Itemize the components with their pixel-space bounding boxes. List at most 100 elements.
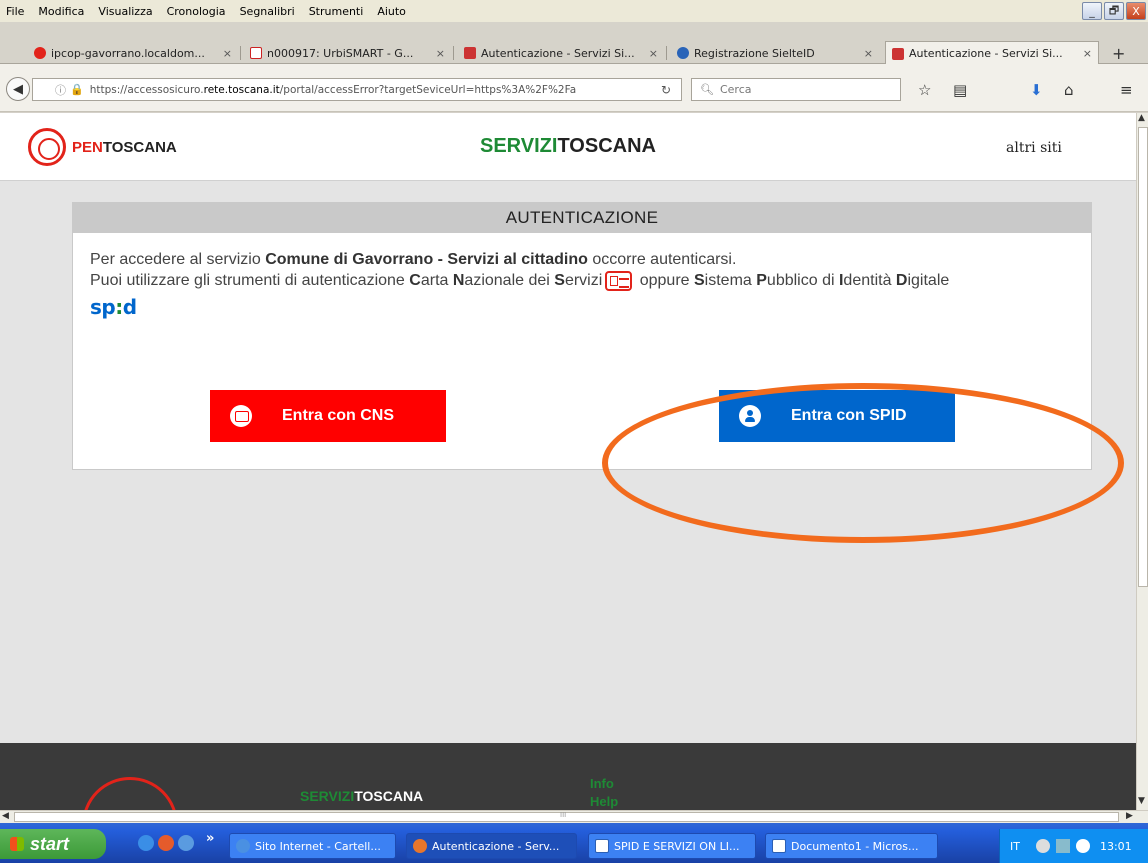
tray-expand-icon[interactable] bbox=[1035, 839, 1050, 853]
taskbar-item-spid-servizi[interactable]: SPID E SERVIZI ON LI... bbox=[588, 833, 756, 859]
menu-bar: File Modifica Visualizza Cronologia Segn… bbox=[0, 0, 1148, 22]
tab-close-icon[interactable]: × bbox=[1083, 47, 1092, 60]
menu-modifica[interactable]: Modifica bbox=[38, 5, 84, 18]
vertical-scrollbar[interactable]: ▲ ▼ bbox=[1136, 113, 1148, 810]
footer-help-link[interactable]: Help bbox=[590, 794, 618, 809]
tab-favicon-icon bbox=[250, 47, 262, 59]
network-icon[interactable] bbox=[1055, 839, 1070, 853]
scroll-down-arrow-icon[interactable]: ▼ bbox=[1138, 796, 1145, 806]
clock: 13:01 bbox=[1099, 839, 1132, 853]
menu-aiuto[interactable]: Aiuto bbox=[377, 5, 406, 18]
auth-description: Per accedere al servizio Comune di Gavor… bbox=[90, 249, 1080, 291]
taskbar-item-sito-internet[interactable]: Sito Internet - Cartell... bbox=[229, 833, 396, 859]
back-button[interactable]: ◀ bbox=[6, 77, 30, 101]
system-tray: IT 13:01 bbox=[999, 829, 1148, 863]
opentoscana-logo-text[interactable]: PENTOSCANA bbox=[72, 139, 177, 156]
restore-button[interactable]: 🗗 bbox=[1104, 2, 1124, 20]
site-header: PENTOSCANA SERVIZITOSCANA altri siti bbox=[0, 113, 1136, 181]
footer-title: SERVIZITOSCANA bbox=[300, 788, 424, 804]
tab-ipcop[interactable]: ipcop-gavorrano.localdom... × bbox=[28, 42, 238, 64]
spid-logo: sp:d bbox=[90, 295, 137, 319]
tab-close-icon[interactable]: × bbox=[436, 47, 445, 60]
altri-siti-link[interactable]: altri siti bbox=[1006, 140, 1062, 156]
site-footer: SERVIZITOSCANA Info Help bbox=[0, 743, 1136, 810]
close-button[interactable]: X bbox=[1126, 2, 1146, 20]
menu-visualizza[interactable]: Visualizza bbox=[98, 5, 152, 18]
window-controls: _ 🗗 X bbox=[1082, 2, 1146, 20]
search-input[interactable]: 🔍︎ Cerca bbox=[691, 78, 901, 101]
quicklaunch-chevron-icon[interactable]: » bbox=[206, 831, 214, 846]
tab-title: Registrazione SielteID bbox=[694, 46, 815, 60]
tab-close-icon[interactable]: × bbox=[864, 47, 873, 60]
taskbar-item-label: Sito Internet - Cartell... bbox=[255, 839, 381, 853]
firefox-icon bbox=[413, 839, 427, 853]
tab-favicon-icon bbox=[677, 47, 689, 59]
footer-logo-icon bbox=[82, 777, 178, 810]
tab-separator bbox=[453, 46, 454, 60]
taskbar-item-label: SPID E SERVIZI ON LI... bbox=[614, 839, 740, 853]
menu-hamburger-icon[interactable]: ≡ bbox=[1120, 81, 1133, 99]
auth-line-1: Per accedere al servizio Comune di Gavor… bbox=[90, 251, 737, 268]
horizontal-scroll-thumb[interactable] bbox=[14, 811, 1119, 822]
reading-list-icon[interactable]: ▤ bbox=[953, 81, 967, 99]
tab-close-icon[interactable]: × bbox=[649, 47, 658, 60]
tab-favicon-icon bbox=[892, 47, 904, 60]
menu-segnalibri[interactable]: Segnalibri bbox=[240, 5, 295, 18]
tab-autenticazione-active[interactable]: Autenticazione - Servizi Si... × bbox=[885, 41, 1099, 65]
scroll-left-arrow-icon[interactable]: ◀ bbox=[2, 811, 9, 821]
opentoscana-logo-icon[interactable] bbox=[28, 128, 66, 166]
auth-heading: AUTENTICAZIONE bbox=[73, 203, 1091, 233]
entra-con-cns-button[interactable]: Entra con CNS bbox=[210, 390, 446, 442]
tab-favicon-icon bbox=[464, 47, 476, 59]
lock-icon[interactable]: 🔒 bbox=[70, 83, 84, 96]
search-icon: 🔍︎ bbox=[700, 83, 714, 96]
footer-info-link[interactable]: Info bbox=[590, 776, 614, 791]
horizontal-scrollbar[interactable]: ◀ ▶ bbox=[0, 810, 1148, 823]
new-tab-button[interactable]: + bbox=[1112, 44, 1125, 63]
vertical-scroll-thumb[interactable] bbox=[1138, 127, 1148, 587]
ie-quicklaunch-icon[interactable] bbox=[138, 835, 154, 851]
highlight-annotation-ellipse bbox=[602, 383, 1124, 543]
servizi-toscana-title[interactable]: SERVIZITOSCANA bbox=[480, 135, 656, 158]
cns-card-icon bbox=[605, 270, 633, 291]
tab-separator bbox=[666, 46, 667, 60]
start-button[interactable]: start bbox=[0, 829, 106, 859]
info-icon[interactable]: ⓘ bbox=[55, 82, 66, 98]
start-label: start bbox=[30, 833, 70, 854]
menu-file[interactable]: File bbox=[6, 5, 24, 18]
tab-autenticazione-1[interactable]: Autenticazione - Servizi Si... × bbox=[458, 42, 664, 64]
word-icon bbox=[772, 839, 786, 853]
home-icon[interactable]: ⌂ bbox=[1064, 81, 1074, 99]
tab-urbismart[interactable]: n000917: UrbiSMART - G... × bbox=[244, 42, 451, 64]
tab-title: n000917: UrbiSMART - G... bbox=[267, 46, 414, 60]
entra-con-cns-label: Entra con CNS bbox=[282, 407, 395, 424]
chrome-quicklaunch-icon[interactable] bbox=[158, 835, 174, 851]
bookmark-star-icon[interactable]: ☆ bbox=[918, 81, 931, 99]
tray-app-icon[interactable] bbox=[1075, 839, 1090, 853]
taskbar-item-autenticazione[interactable]: Autenticazione - Serv... bbox=[406, 833, 577, 859]
tab-close-icon[interactable]: × bbox=[223, 47, 232, 60]
taskbar-app-icon bbox=[236, 839, 250, 853]
search-placeholder: Cerca bbox=[719, 83, 752, 96]
minimize-button[interactable]: _ bbox=[1082, 2, 1102, 20]
menu-cronologia[interactable]: Cronologia bbox=[167, 5, 226, 18]
word-icon bbox=[595, 839, 609, 853]
tab-title: Autenticazione - Servizi Si... bbox=[481, 46, 635, 60]
language-indicator[interactable]: IT bbox=[1010, 840, 1020, 853]
taskbar-item-label: Autenticazione - Serv... bbox=[432, 839, 560, 853]
url-bar[interactable]: ⓘ 🔒 https://accessosicuro.rete.toscana.i… bbox=[32, 78, 682, 101]
auth-line-2: Puoi utilizzare gli strumenti di autenti… bbox=[90, 270, 950, 291]
tab-registrazione-sielteid[interactable]: Registrazione SielteID × bbox=[671, 42, 879, 64]
menu-strumenti[interactable]: Strumenti bbox=[309, 5, 364, 18]
download-icon[interactable]: ⬇ bbox=[1030, 81, 1043, 99]
cns-card-icon bbox=[230, 405, 252, 427]
taskbar-item-documento1[interactable]: Documento1 - Micros... bbox=[765, 833, 938, 859]
scroll-up-arrow-icon[interactable]: ▲ bbox=[1138, 113, 1145, 123]
reload-icon[interactable]: ↻ bbox=[661, 83, 671, 97]
scroll-right-arrow-icon[interactable]: ▶ bbox=[1126, 811, 1133, 821]
windows-flag-icon bbox=[10, 837, 24, 851]
app-quicklaunch-icon[interactable] bbox=[178, 835, 194, 851]
taskbar-item-label: Documento1 - Micros... bbox=[791, 839, 919, 853]
taskbar: start » Sito Internet - Cartell... Auten… bbox=[0, 823, 1148, 863]
tab-title: ipcop-gavorrano.localdom... bbox=[51, 46, 205, 60]
